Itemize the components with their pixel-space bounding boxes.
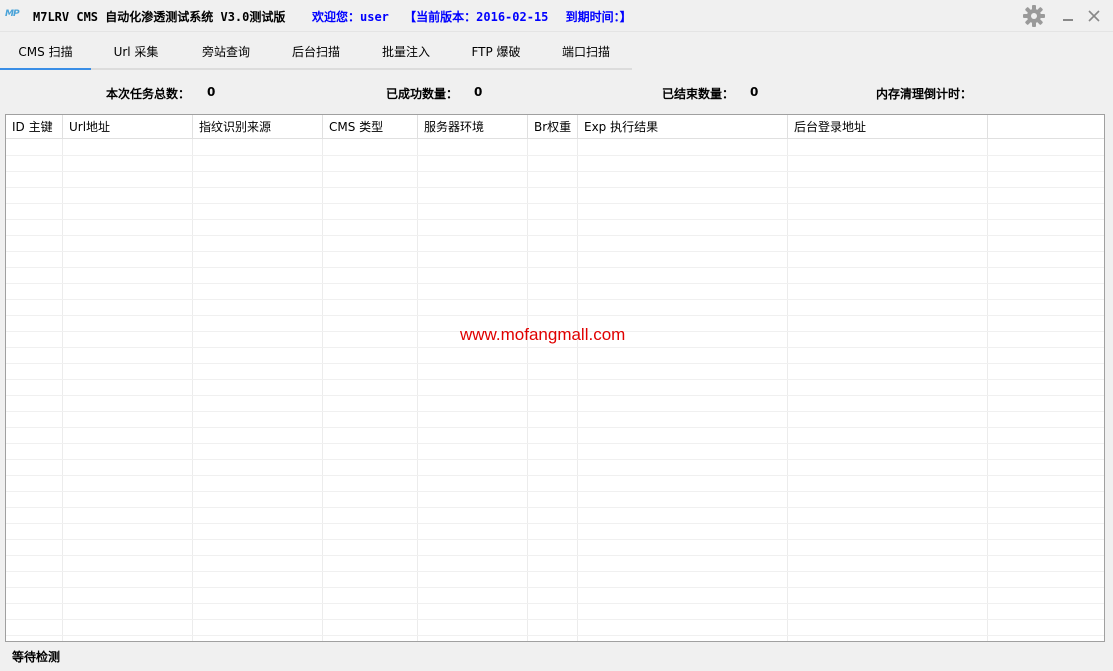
column-divider [527,139,528,641]
row-divider [6,555,1104,556]
finished-label: 已结束数量： [662,87,735,101]
success-value: 0 [474,85,483,99]
app-logo-icon: MP [5,9,20,19]
col-id[interactable]: ID 主键 [6,115,63,139]
col-exp-result[interactable]: Exp 执行结果 [578,115,788,139]
column-divider [322,139,323,641]
results-table[interactable]: ID 主键 Url地址 指纹识别来源 CMS 类型 服务器环境 Br权重 Exp… [5,114,1105,642]
tab-cms-scan[interactable]: CMS 扫描 [0,36,91,70]
row-divider [6,427,1104,428]
row-divider [6,491,1104,492]
row-divider [6,523,1104,524]
row-divider [6,347,1104,348]
row-divider [6,507,1104,508]
row-divider [6,619,1104,620]
row-divider [6,267,1104,268]
tab-url-collect[interactable]: Url 采集 [91,36,181,70]
col-url[interactable]: Url地址 [63,115,193,139]
col-cms-type[interactable]: CMS 类型 [323,115,418,139]
close-icon[interactable] [1084,6,1104,26]
success-label: 已成功数量： [386,87,459,101]
tab-batch-inject[interactable]: 批量注入 [361,36,451,70]
row-divider [6,155,1104,156]
status-text: 等待检测 [12,650,61,664]
minimize-icon[interactable] [1060,6,1076,26]
row-divider [6,251,1104,252]
window-title: M7LRV CMS 自动化渗透测试系统 V3.0测试版 [33,10,286,24]
row-divider [6,363,1104,364]
col-admin-login-url[interactable]: 后台登录地址 [788,115,988,139]
title-bar: MP M7LRV CMS 自动化渗透测试系统 V3.0测试版 欢迎您：user … [0,0,1113,32]
tab-port-scan[interactable]: 端口扫描 [541,36,631,70]
memory-countdown-label: 内存清理倒计时： [876,87,973,101]
total-value: 0 [207,85,216,99]
tab-backend-scan[interactable]: 后台扫描 [271,36,361,70]
column-divider [62,139,63,641]
row-divider [6,203,1104,204]
col-server-env[interactable]: 服务器环境 [418,115,528,139]
row-divider [6,171,1104,172]
row-divider [6,187,1104,188]
row-divider [6,635,1104,636]
row-divider [6,475,1104,476]
col-br-weight[interactable]: Br权重 [528,115,578,139]
column-divider [192,139,193,641]
main-tabs: CMS 扫描 Url 采集 旁站查询 后台扫描 批量注入 FTP 爆破 端口扫描 [0,36,632,70]
expire-time: 到期时间：】 [565,10,632,24]
row-divider [6,443,1104,444]
column-divider [787,139,788,641]
welcome-info: 欢迎您：user 【当前版本：2016-02-15 到期时间：】 [312,8,632,25]
row-divider [6,235,1104,236]
row-divider [6,299,1104,300]
column-divider [987,139,988,641]
row-divider [6,539,1104,540]
welcome-user: 欢迎您：user [312,10,389,24]
gear-icon[interactable] [1022,4,1046,28]
col-fingerprint-source[interactable]: 指纹识别来源 [193,115,323,139]
row-divider [6,379,1104,380]
row-divider [6,315,1104,316]
row-divider [6,603,1104,604]
watermark-text: www.mofangmall.com [460,325,626,344]
tab-side-site-query[interactable]: 旁站查询 [181,36,271,70]
row-divider [6,283,1104,284]
current-version: 【当前版本：2016-02-15 [404,10,549,24]
finished-value: 0 [750,85,759,99]
row-divider [6,587,1104,588]
row-divider [6,219,1104,220]
tab-ftp-brute[interactable]: FTP 爆破 [451,36,541,70]
row-divider [6,459,1104,460]
column-divider [577,139,578,641]
row-divider [6,571,1104,572]
column-divider [417,139,418,641]
table-header: ID 主键 Url地址 指纹识别来源 CMS 类型 服务器环境 Br权重 Exp… [6,115,1104,139]
total-label: 本次任务总数： [106,87,191,101]
row-divider [6,411,1104,412]
row-divider [6,395,1104,396]
table-body [6,139,1104,641]
